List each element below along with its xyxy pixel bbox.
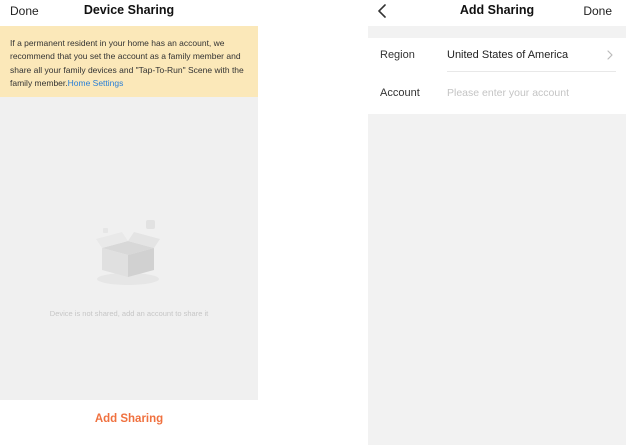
add-sharing-screen: Add Sharing Done Region United States of…	[368, 0, 626, 445]
content-background	[368, 114, 626, 445]
region-row[interactable]: Region United States of America	[368, 38, 626, 72]
account-input[interactable]	[447, 84, 607, 102]
home-settings-link[interactable]: Home Settings	[68, 78, 124, 88]
navigation-bar: Done Device Sharing	[0, 0, 258, 22]
notice-text: If a permanent resident in your home has…	[10, 38, 244, 89]
account-row: Account	[368, 76, 626, 110]
chevron-right-icon	[607, 50, 613, 60]
family-notice-banner: If a permanent resident in your home has…	[0, 26, 258, 97]
device-sharing-screen: Done Device Sharing If a permanent resid…	[0, 0, 258, 445]
row-separator	[447, 71, 616, 72]
page-title: Device Sharing	[83, 3, 175, 17]
empty-state-message: Device is not shared, add an account to …	[49, 309, 209, 318]
empty-box-icon	[96, 220, 160, 285]
account-label: Account	[380, 87, 420, 99]
bottom-action-bar: Add Sharing	[0, 400, 258, 445]
add-sharing-button[interactable]: Add Sharing	[0, 413, 258, 425]
region-label: Region	[380, 49, 415, 61]
navigation-bar: Add Sharing Done	[368, 0, 626, 22]
empty-state: Device is not shared, add an account to …	[0, 97, 258, 400]
section-divider	[368, 26, 626, 38]
done-button[interactable]: Done	[583, 4, 612, 18]
region-value: United States of America	[447, 49, 569, 61]
